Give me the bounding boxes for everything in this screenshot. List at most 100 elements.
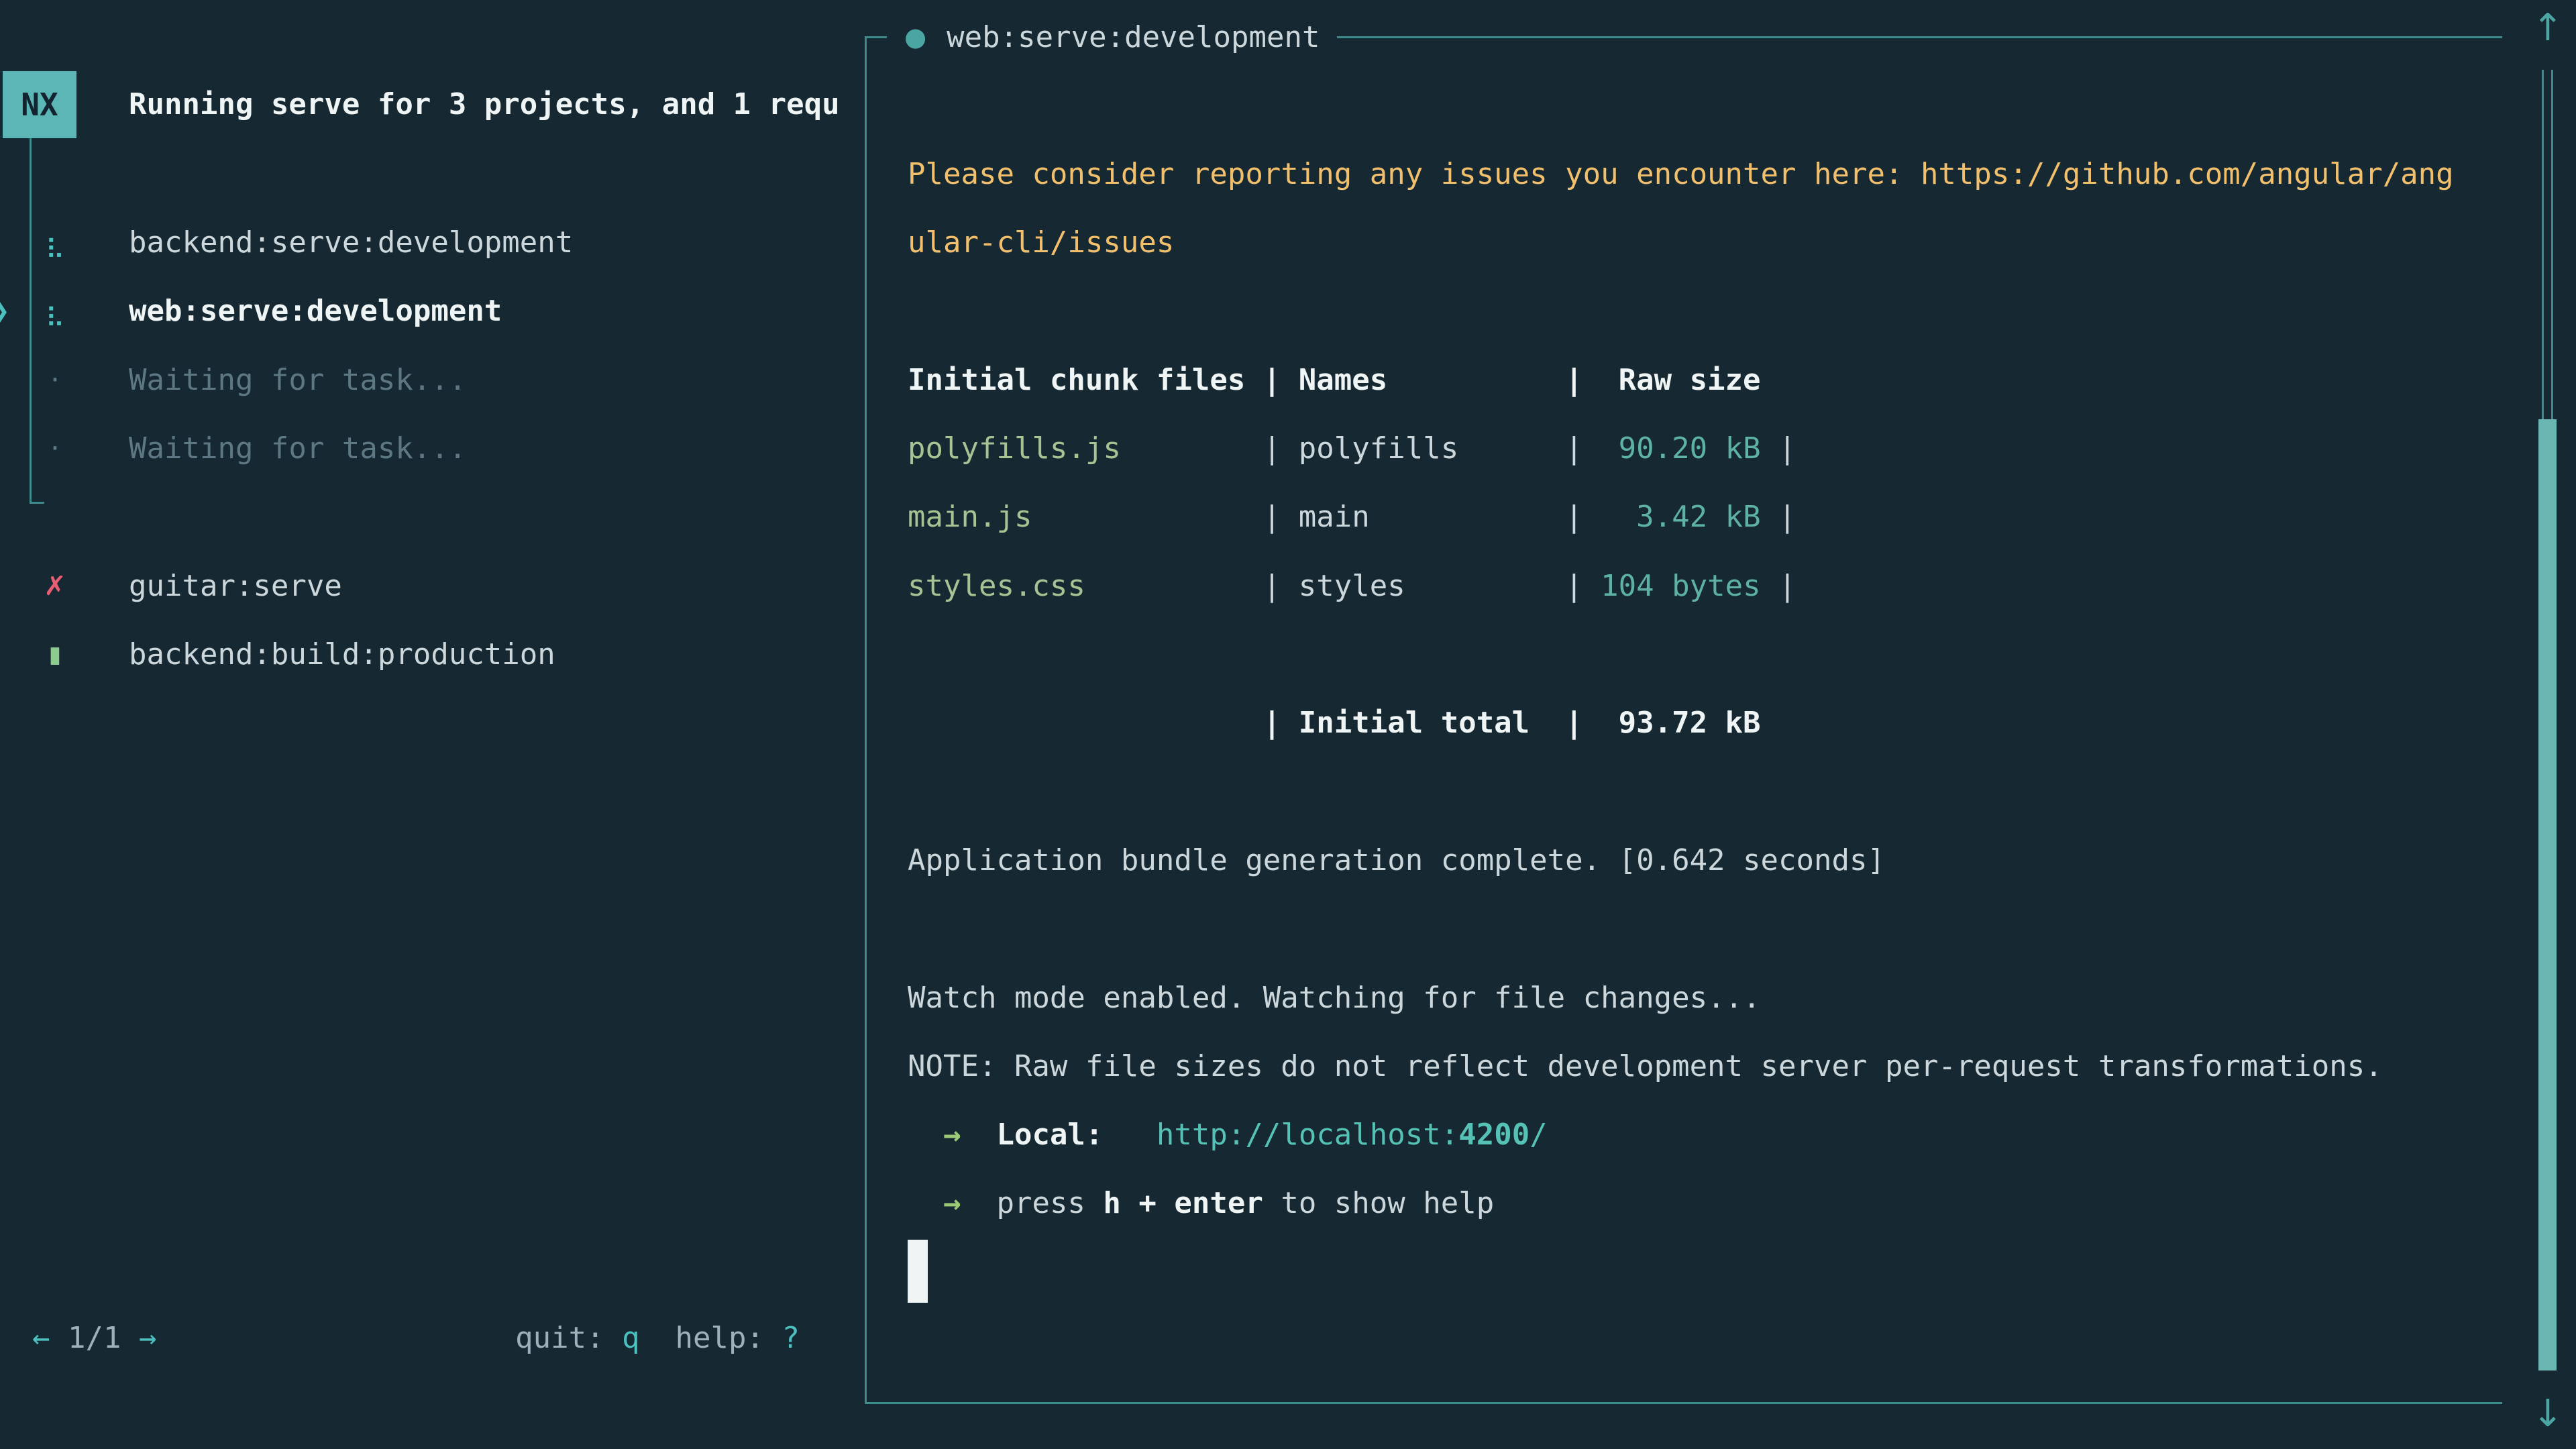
dot-icon: · [39, 415, 71, 483]
log-text: styles [1299, 569, 1405, 603]
log-text [908, 1118, 943, 1152]
task-status-dot-icon: ● [904, 22, 926, 52]
spacer [121, 1321, 139, 1355]
task-item[interactable]: ✗ guitar:serve [0, 552, 864, 621]
keyboard-hints: quit: q help: ? [470, 1304, 800, 1373]
log-text: | [1405, 569, 1601, 603]
scroll-up-arrow-icon[interactable]: ↑ [2529, 8, 2567, 48]
scrollbar-thumb[interactable] [2538, 419, 2557, 1371]
log-text: ular-cli/issues [908, 225, 1174, 260]
log-text: | [1458, 431, 1601, 466]
localhost-link[interactable]: http://localhost: [1157, 1118, 1458, 1152]
log-text: NOTE: Raw file sizes do not reflect deve… [908, 1049, 2383, 1083]
log-text: 3.42 kB [1601, 500, 1760, 534]
task-item[interactable]: ⣆ web:serve:development [0, 277, 864, 345]
log-line: Application bundle generation complete. … [908, 826, 2504, 895]
task-label: Waiting for task... [129, 346, 466, 415]
log-line: styles.css | styles | 104 bytes | [908, 552, 2504, 621]
nx-logo: NX [3, 71, 76, 138]
task-label: guitar:serve [129, 552, 342, 621]
log-line: Please consider reporting any issues you… [908, 140, 2504, 209]
page-prev-arrow[interactable]: ← [32, 1321, 50, 1355]
output-panel-title-text: web:serve:development [947, 20, 1320, 54]
spinner-icon: ⣆ [39, 209, 71, 277]
log-line [908, 1238, 2504, 1307]
task-label: web:serve:development [129, 277, 502, 345]
log-text: Please consider reporting any issues you… [908, 157, 2454, 191]
log-text: | [1761, 500, 1796, 534]
page-next-arrow[interactable]: → [139, 1321, 157, 1355]
dot-icon: · [39, 346, 71, 415]
log-line [908, 758, 2504, 826]
log-text: | [1032, 500, 1298, 534]
log-line: polyfills.js | polyfills | 90.20 kB | [908, 415, 2504, 483]
log-text: main [1299, 500, 1370, 534]
log-text: 104 bytes [1601, 569, 1760, 603]
log-line [908, 278, 2504, 346]
square-icon: ▮ [39, 621, 71, 689]
log-text: Initial chunk files | Names | Raw size [908, 363, 1761, 397]
log-text: | [1761, 569, 1796, 603]
task-item[interactable]: · Waiting for task... [0, 415, 864, 483]
log-text: polyfills.js [908, 431, 1121, 466]
log-line: NOTE: Raw file sizes do not reflect deve… [908, 1032, 2504, 1101]
scrollbar-track[interactable] [2542, 70, 2553, 421]
log-text: polyfills [1299, 431, 1458, 466]
log-text [961, 1118, 996, 1152]
log-line [908, 621, 2504, 689]
scroll-down-arrow-icon[interactable]: ↓ [2529, 1394, 2567, 1434]
log-line: Watch mode enabled. Watching for file ch… [908, 964, 2504, 1032]
log-text: styles.css [908, 569, 1085, 603]
log-text: to show help [1263, 1186, 1494, 1220]
log-text: h + enter [1103, 1186, 1263, 1220]
spinner-icon: ⣆ [39, 277, 71, 345]
page-indicator [50, 1321, 68, 1355]
output-panel-border-left [865, 36, 867, 1404]
log-line: ular-cli/issues [908, 209, 2504, 277]
log-line [908, 895, 2504, 963]
log-text: Local: [996, 1118, 1103, 1152]
log-line: → Local: http://localhost:4200/ [908, 1101, 2504, 1169]
cross-icon: ✗ [39, 552, 71, 621]
arrow-icon: → [943, 1186, 961, 1220]
log-text: Application bundle generation complete. … [908, 843, 1885, 877]
log-text: Watch mode enabled. Watching for file ch… [908, 981, 1761, 1015]
log-line: | Initial total | 93.72 kB [908, 689, 2504, 757]
hint-key: q [622, 1321, 640, 1355]
terminal-cursor [908, 1240, 928, 1303]
log-text [908, 1186, 943, 1220]
log-text: press [996, 1186, 1103, 1220]
run-summary-title: Running serve for 3 projects, and 1 requ [129, 70, 840, 139]
output-panel-title: ● web:serve:development [887, 7, 1337, 67]
log-line: Initial chunk files | Names | Raw size [908, 346, 2504, 415]
localhost-link[interactable]: 4200 [1458, 1118, 1529, 1152]
arrow-icon: → [943, 1118, 961, 1152]
task-item[interactable]: ⣆ backend:serve:development [0, 209, 864, 277]
hint-key: ? [782, 1321, 800, 1355]
hint-label: help: [640, 1321, 782, 1355]
pagination: ← 1/1 → [32, 1304, 156, 1373]
log-text [1103, 1118, 1156, 1152]
log-text: | [1085, 569, 1299, 603]
task-label: backend:build:production [129, 621, 555, 689]
log-text: | Initial total | 93.72 kB [908, 706, 1761, 740]
terminal-output: Please consider reporting any issues you… [908, 140, 2504, 1307]
log-text: | [1761, 431, 1796, 466]
log-text: 90.20 kB [1601, 431, 1760, 466]
task-item[interactable]: ▮ backend:build:production [0, 621, 864, 689]
log-line: → press h + enter to show help [908, 1169, 2504, 1238]
localhost-link[interactable]: / [1529, 1118, 1548, 1152]
log-text [961, 1186, 996, 1220]
log-line: main.js | main | 3.42 kB | [908, 483, 2504, 551]
selected-task-chevron-icon: ❯ [0, 277, 23, 345]
log-text: main.js [908, 500, 1032, 534]
task-list-panel: NX Running serve for 3 projects, and 1 r… [0, 0, 865, 1449]
output-panel-border-bottom [865, 1402, 2502, 1404]
hint-label: quit: [515, 1321, 622, 1355]
log-text: | [1121, 431, 1299, 466]
task-label: backend:serve:development [129, 209, 573, 277]
task-item[interactable]: · Waiting for task... [0, 346, 864, 415]
page-indicator-value: 1/1 [68, 1321, 121, 1355]
log-text: | [1370, 500, 1601, 534]
task-label: Waiting for task... [129, 415, 466, 483]
